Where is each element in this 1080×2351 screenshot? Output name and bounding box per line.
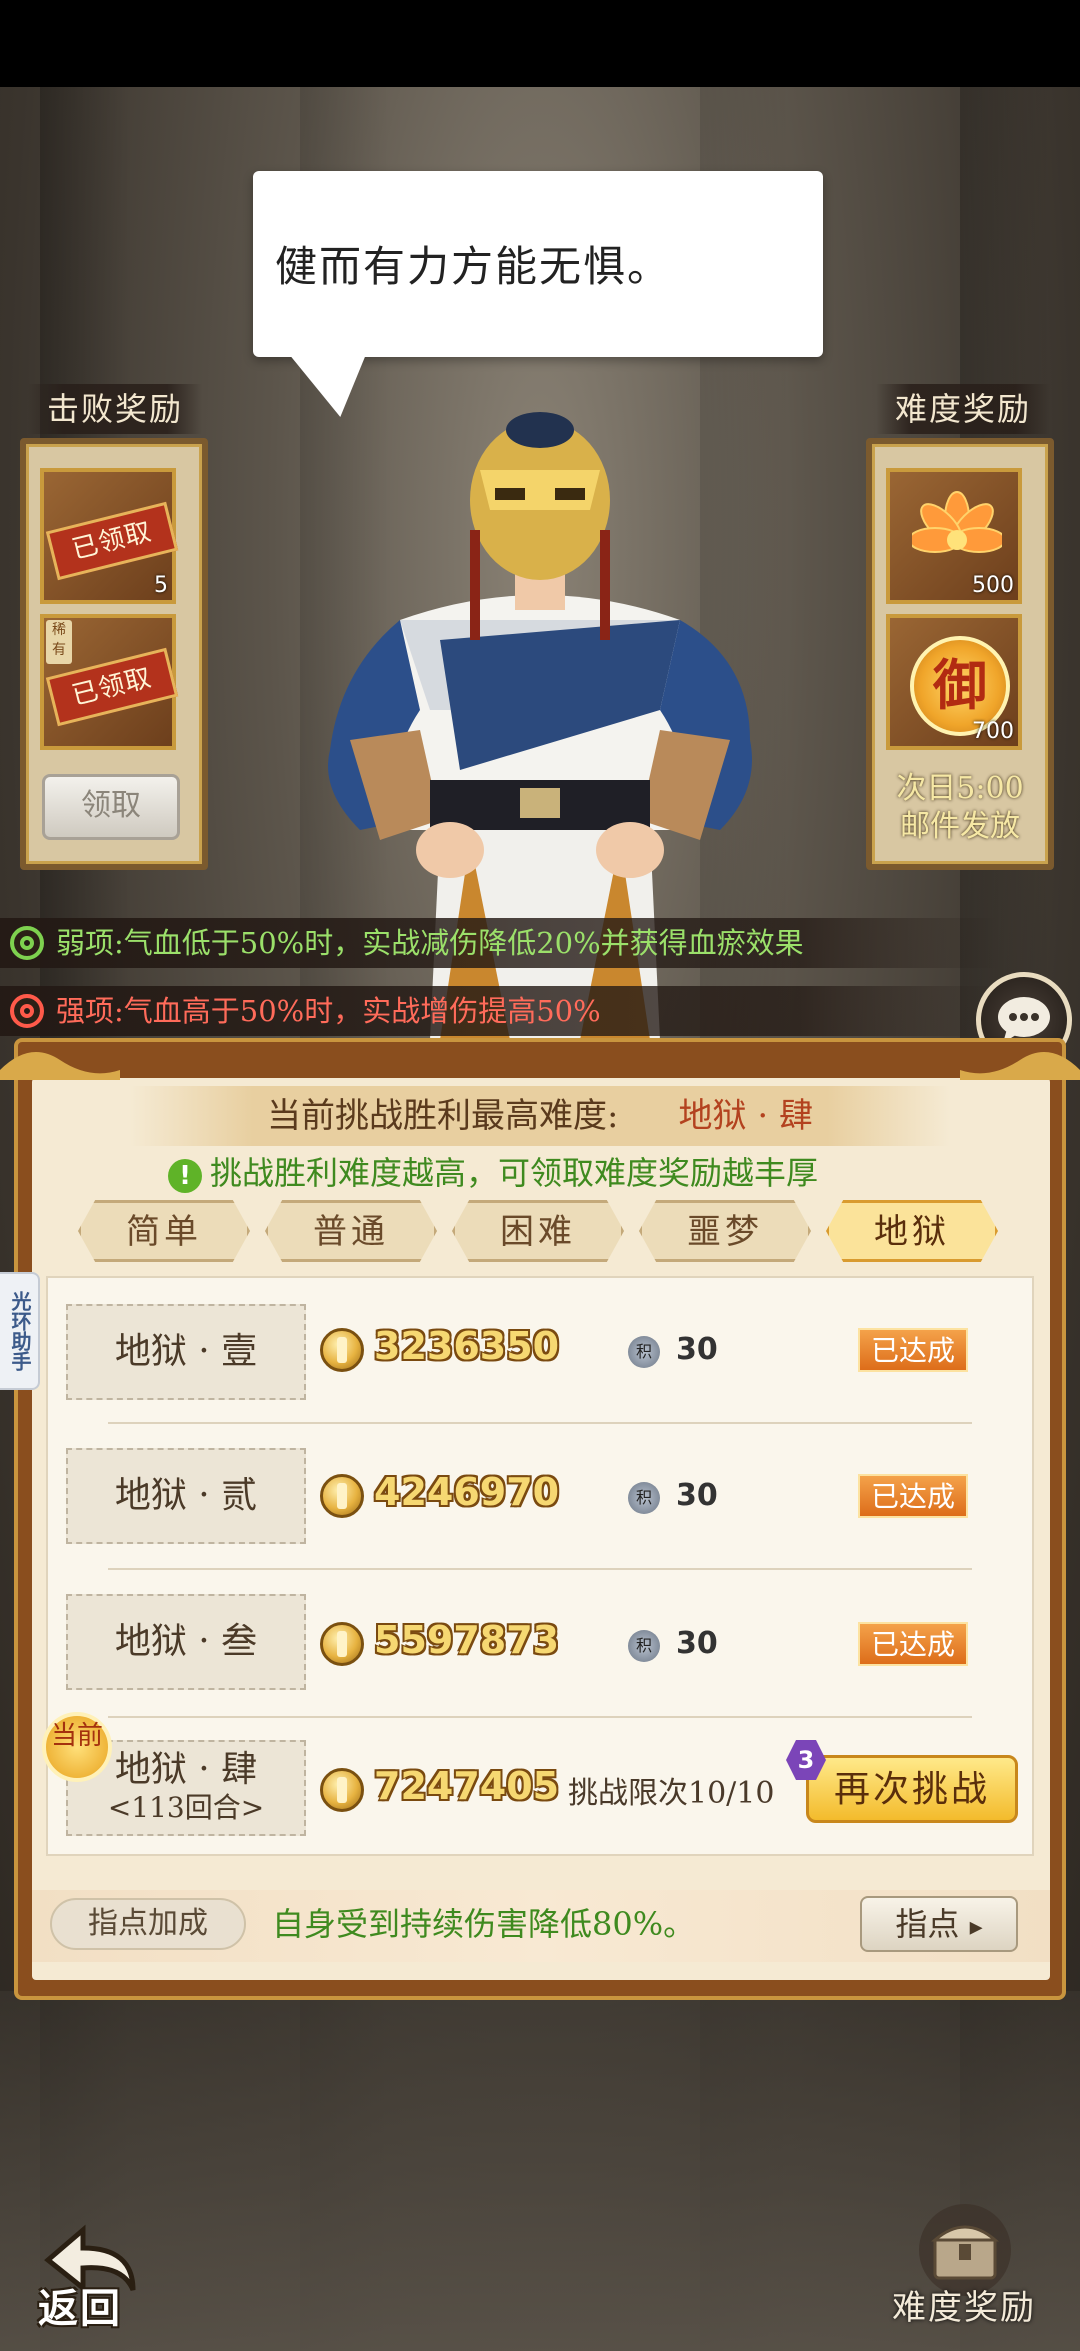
- row-divider: [108, 1568, 972, 1570]
- guide-button-label: 指点: [895, 1905, 960, 1943]
- guide-button[interactable]: 指点 ▸: [860, 1896, 1018, 1952]
- points-value: 30: [676, 1478, 718, 1513]
- best-difficulty-label: 当前挑战胜利最高难度:: [267, 1096, 619, 1136]
- score-coin-icon: [320, 1622, 364, 1666]
- weak-point-text: 弱项:气血低于50%时，实战减伤降低20%并获得血瘀效果: [56, 926, 804, 960]
- score-value: 3236350: [374, 1324, 560, 1368]
- score-coin-icon: [320, 1768, 364, 1812]
- level-name: 地狱 · 贰: [114, 1475, 258, 1516]
- difficulty-reward-nav-button[interactable]: 难度奖励: [892, 2280, 1036, 2329]
- row-divider: [108, 1716, 972, 1718]
- mail-note-line-1: 次日5:00: [896, 771, 1024, 806]
- defeat-reward-title: 击败奖励: [28, 384, 202, 434]
- tab-normal[interactable]: 普通: [265, 1200, 437, 1262]
- retry-challenge-button[interactable]: 再次挑战: [806, 1755, 1018, 1823]
- speech-bubble: 健而有力方能无惧。: [253, 171, 823, 357]
- tab-hell[interactable]: 地狱: [826, 1200, 998, 1262]
- weak-point-bar: 弱项:气血低于50%时，实战减伤降低20%并获得血瘀效果: [0, 918, 1000, 968]
- achieved-badge: 已达成: [858, 1622, 968, 1666]
- status-bar: [0, 0, 1080, 87]
- item-count: 700: [972, 719, 1014, 744]
- strong-target-icon: [10, 994, 44, 1028]
- level-name: 地狱 · 壹: [114, 1331, 258, 1372]
- strong-point-text: 强项:气血高于50%时，实战增伤提高50%: [56, 994, 601, 1028]
- helper-side-tab[interactable]: 光环助手: [0, 1272, 40, 1390]
- score-value: 5597873: [374, 1618, 560, 1662]
- item-count: 5: [154, 573, 168, 598]
- guide-bonus-text: 自身受到持续伤害降低80%。: [272, 1905, 696, 1943]
- score-coin-icon: [320, 1474, 364, 1518]
- best-difficulty-value: 地狱 · 肆: [678, 1096, 813, 1136]
- level-name-card[interactable]: 地狱 · 贰: [66, 1448, 306, 1544]
- level-name-card[interactable]: 地狱 · 叁: [66, 1594, 306, 1690]
- score-value: 4246970: [374, 1470, 560, 1514]
- frame-ornament-right: [960, 1052, 1080, 1080]
- weak-target-icon: [10, 926, 44, 960]
- score-value: 7247405: [374, 1764, 560, 1808]
- points-value: 30: [676, 1332, 718, 1367]
- best-difficulty-bar: 当前挑战胜利最高难度: 地狱 · 肆: [130, 1086, 950, 1146]
- frame-ornament-left: [0, 1052, 120, 1080]
- level-name: 地狱 · 叁: [114, 1621, 258, 1662]
- level-rounds: <113回合>: [107, 1791, 265, 1824]
- points-value: 30: [676, 1626, 718, 1661]
- dialogue-text: 健而有力方能无惧。: [275, 242, 672, 291]
- points-icon: 积: [628, 1482, 660, 1514]
- lotus-icon: [912, 491, 1002, 553]
- item-count: 500: [972, 573, 1014, 598]
- row-divider: [108, 1422, 972, 1424]
- points-icon: 积: [628, 1336, 660, 1368]
- difficulty-reward-panel: 500 御 700 次日5:00 邮件发放: [866, 438, 1054, 870]
- mail-note-line-2: 邮件发放: [900, 809, 1020, 844]
- defeat-reward-slot-2[interactable]: 稀有 已领取: [40, 614, 179, 750]
- difficulty-reward-title: 难度奖励: [876, 384, 1050, 434]
- achieved-badge: 已达成: [858, 1328, 968, 1372]
- tab-hard[interactable]: 困难: [452, 1200, 624, 1262]
- difficulty-reward-slot-2[interactable]: 御 700: [886, 614, 1022, 750]
- points-icon: 积: [628, 1630, 660, 1662]
- current-badge: 当前: [42, 1712, 112, 1782]
- achieved-badge: 已达成: [858, 1474, 968, 1518]
- challenge-limit: 挑战限次10/10: [568, 1776, 775, 1811]
- score-coin-icon: [320, 1328, 364, 1372]
- back-button[interactable]: 返回: [38, 2276, 122, 2334]
- chevron-right-icon: ▸: [969, 1912, 983, 1942]
- reward-tip-text: 挑战胜利难度越高，可领取难度奖励越丰厚: [210, 1154, 819, 1192]
- level-name-card[interactable]: 地狱 · 壹: [66, 1304, 306, 1400]
- info-icon: !: [168, 1158, 202, 1193]
- rare-tag: 稀有: [46, 620, 72, 664]
- guide-bonus-tag: 指点加成: [50, 1898, 246, 1950]
- tab-easy[interactable]: 简单: [78, 1200, 250, 1262]
- difficulty-reward-slot-1[interactable]: 500: [886, 468, 1022, 604]
- claim-button[interactable]: 领取: [42, 774, 180, 840]
- strong-point-bar: 强项:气血高于50%时，实战增伤提高50%: [0, 986, 1000, 1036]
- tab-nightmare[interactable]: 噩梦: [639, 1200, 811, 1262]
- defeat-reward-panel: 已领取 5 稀有 已领取 领取: [20, 438, 208, 870]
- reward-tip: ! 挑战胜利难度越高，可领取难度奖励越丰厚: [168, 1150, 818, 1196]
- defeat-reward-slot-1[interactable]: 已领取 5: [40, 468, 179, 604]
- claimed-stamp: 已领取: [45, 501, 179, 581]
